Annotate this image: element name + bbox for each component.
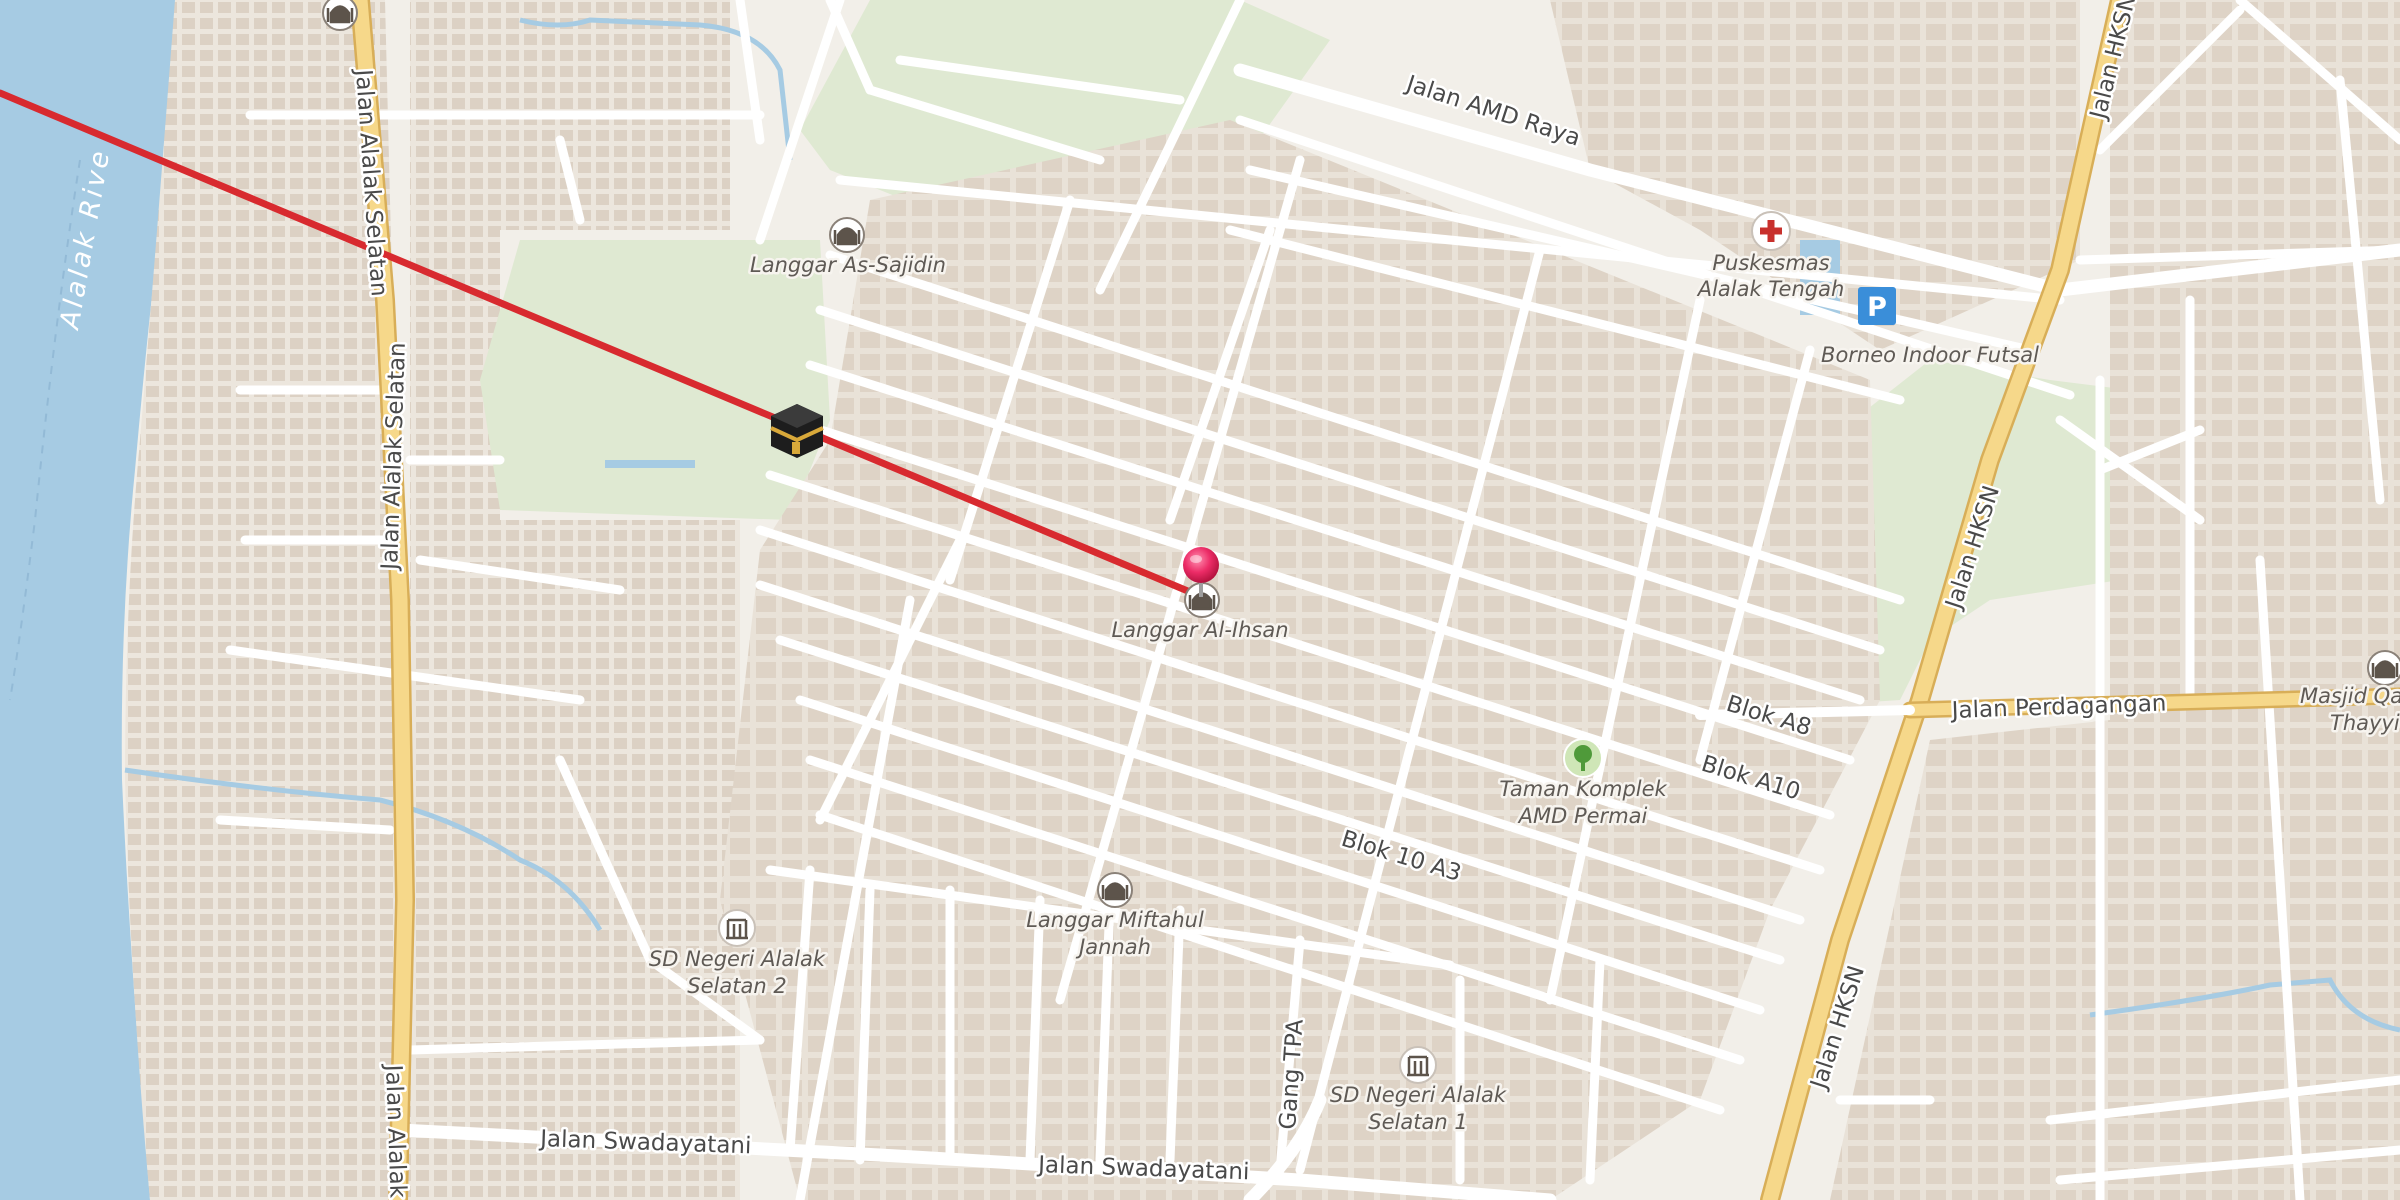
poi-label-taman: AMD Permai <box>1517 804 1648 828</box>
poi-label-as-sajidin: Langgar As-Sajidin <box>750 253 946 277</box>
map-view[interactable]: Jalan Alalak Selatan Jalan Alalak Selata… <box>0 0 2400 1200</box>
school-icon[interactable] <box>1399 1046 1437 1084</box>
poi-label-taman: Taman Komplek <box>1499 777 1667 801</box>
poi-label-al-ihsan: Langgar Al-Ihsan <box>1111 618 1288 642</box>
poi-label-sd2: SD Negeri Alalak <box>649 947 826 971</box>
poi-label-puskesmas: Puskesmas <box>1712 251 1829 275</box>
poi-label-sd1: SD Negeri Alalak <box>1330 1083 1507 1107</box>
poi-label-sd1: Selatan 1 <box>1368 1110 1467 1134</box>
poi-label-masjid: Thayyi <box>2330 711 2400 735</box>
poi-label-borneo-futsal: Borneo Indoor Futsal <box>1821 343 2039 367</box>
parking-icon[interactable]: P <box>1858 287 1896 325</box>
hospital-icon[interactable] <box>1751 211 1791 251</box>
tree-icon[interactable] <box>1563 738 1603 778</box>
poi-label-masjid: Masjid Qa <box>2300 684 2400 708</box>
school-icon[interactable] <box>718 909 756 947</box>
mosque-icon[interactable] <box>829 217 865 253</box>
poi-label-miftahul: Langgar Miftahul <box>1026 908 1204 932</box>
poi-label-sd2: Selatan 2 <box>687 974 786 998</box>
mosque-icon[interactable] <box>2367 650 2400 686</box>
mosque-icon[interactable] <box>1097 872 1133 908</box>
poi-label-puskesmas: Alalak Tengah <box>1696 277 1845 301</box>
mosque-icon[interactable] <box>322 0 358 31</box>
road-label-alalak: Jalan Alalak <box>380 1062 411 1199</box>
svg-text:P: P <box>1867 292 1887 323</box>
poi-label-miftahul: Jannah <box>1075 935 1151 959</box>
